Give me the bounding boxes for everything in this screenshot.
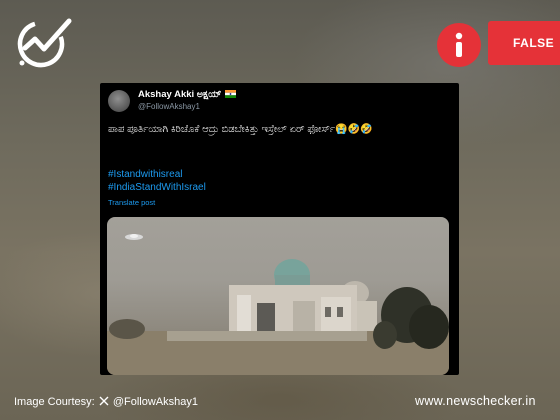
verdict-label: FALSE <box>513 36 555 50</box>
site-url[interactable]: www.newschecker.in <box>415 394 536 408</box>
hashtag-link[interactable]: #IndiaStandWithIsrael <box>108 182 206 193</box>
tweet-text: ಪಾಪ ಪೂರ್ತಿಯಾಗಿ ಕಿರಿಚೊಕೆ ಆದ್ರು ಬಿಡಬೇಕಿತ್ತ… <box>108 124 373 135</box>
hashtag-link[interactable]: #Istandwithisreal <box>108 169 182 180</box>
x-logo-icon <box>99 396 109 406</box>
india-flag-icon <box>225 90 237 98</box>
tweet-card: Akshay Akki ಅಕ್ಷಯ್ @FollowAkshay1 ಪಾಪ ಪೂ… <box>100 83 459 375</box>
tweet-video-thumbnail[interactable] <box>107 217 449 375</box>
author-handle[interactable]: @FollowAkshay1 <box>138 102 200 111</box>
courtesy-handle: @FollowAkshay1 <box>112 396 198 408</box>
false-verdict-badge: FALSE <box>488 21 560 65</box>
warning-icon <box>437 23 481 67</box>
avatar[interactable] <box>108 90 130 112</box>
newschecker-logo-icon <box>17 18 72 68</box>
author-name[interactable]: Akshay Akki ಅಕ್ಷಯ್ <box>138 89 237 100</box>
translate-post-link[interactable]: Translate post <box>108 198 155 207</box>
author-name-text: Akshay Akki ಅಕ್ಷಯ್ <box>138 89 222 100</box>
video-frame-image <box>107 234 449 375</box>
courtesy-prefix: Image Courtesy: <box>14 396 95 408</box>
image-courtesy: Image Courtesy: @FollowAkshay1 <box>14 396 198 408</box>
